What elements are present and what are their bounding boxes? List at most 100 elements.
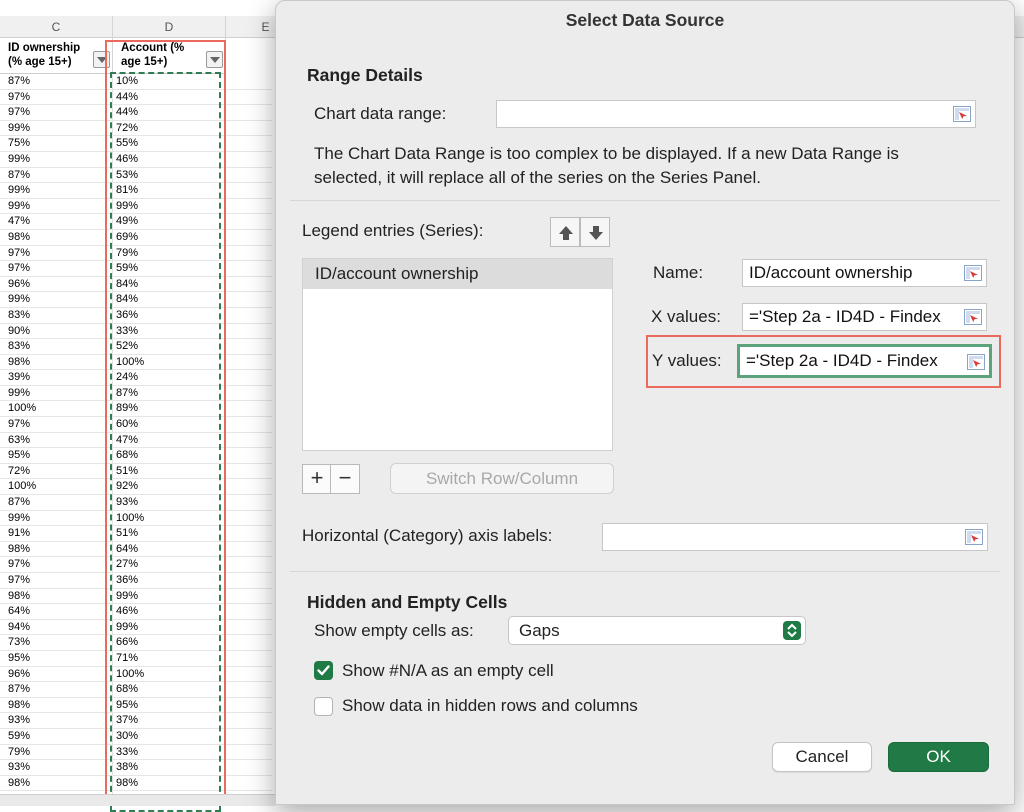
cell-id-ownership[interactable]: 97% [8,246,108,261]
cell-account[interactable]: 44% [116,105,216,120]
cell-id-ownership[interactable]: 47% [8,214,108,229]
cell-id-ownership[interactable]: 96% [8,277,108,292]
cell-id-ownership[interactable]: 93% [8,760,108,775]
range-picker-icon[interactable] [953,106,971,122]
cell-account[interactable]: 71% [116,651,216,666]
cell-account[interactable]: 68% [116,448,216,463]
cell-account[interactable]: 69% [116,230,216,245]
cell-account[interactable]: 46% [116,604,216,619]
cell-id-ownership[interactable]: 97% [8,261,108,276]
cell-id-ownership[interactable]: 95% [8,651,108,666]
cell-id-ownership[interactable]: 83% [8,339,108,354]
cell-id-ownership[interactable]: 87% [8,495,108,510]
cell-id-ownership[interactable]: 83% [8,308,108,323]
move-series-down-button[interactable] [580,217,610,247]
cell-account[interactable]: 72% [116,121,216,136]
cell-account[interactable]: 66% [116,635,216,650]
cell-id-ownership[interactable]: 98% [8,230,108,245]
cell-id-ownership[interactable]: 97% [8,105,108,120]
cell-account[interactable]: 84% [116,292,216,307]
cell-id-ownership[interactable]: 99% [8,386,108,401]
cell-account[interactable]: 87% [116,386,216,401]
cell-id-ownership[interactable]: 59% [8,729,108,744]
cell-id-ownership[interactable]: 99% [8,292,108,307]
cell-account[interactable]: 81% [116,183,216,198]
cell-id-ownership[interactable]: 63% [8,433,108,448]
cell-account[interactable]: 99% [116,199,216,214]
show-empty-cells-select[interactable]: Gaps [508,616,806,645]
series-list-item[interactable]: ID/account ownership [303,259,612,289]
cell-id-ownership[interactable]: 75% [8,136,108,151]
cell-account[interactable]: 100% [116,667,216,682]
cell-account[interactable]: 95% [116,698,216,713]
cell-id-ownership[interactable]: 73% [8,635,108,650]
cell-account[interactable]: 52% [116,339,216,354]
cell-id-ownership[interactable]: 100% [8,479,108,494]
x-values-field[interactable]: ='Step 2a - ID4D - Findex [742,303,987,331]
range-picker-icon[interactable] [964,265,982,281]
cell-account[interactable]: 98% [116,776,216,791]
range-picker-icon[interactable] [965,529,983,545]
cell-account[interactable]: 51% [116,464,216,479]
cell-id-ownership[interactable]: 90% [8,324,108,339]
cell-account[interactable]: 100% [116,355,216,370]
cell-account[interactable]: 33% [116,745,216,760]
cell-account[interactable]: 89% [116,401,216,416]
cell-account[interactable]: 59% [116,261,216,276]
ok-button[interactable]: OK [888,742,989,772]
cell-account[interactable]: 36% [116,573,216,588]
cell-account[interactable]: 24% [116,370,216,385]
cell-account[interactable]: 49% [116,214,216,229]
column-header-c[interactable]: C [0,16,113,38]
cell-account[interactable]: 68% [116,682,216,697]
cell-id-ownership[interactable]: 64% [8,604,108,619]
series-list[interactable]: ID/account ownership [302,258,613,451]
cell-id-ownership[interactable]: 99% [8,183,108,198]
cell-account[interactable]: 51% [116,526,216,541]
cell-id-ownership[interactable]: 99% [8,199,108,214]
cell-account[interactable]: 92% [116,479,216,494]
move-series-up-button[interactable] [550,217,580,247]
cell-id-ownership[interactable]: 98% [8,355,108,370]
cell-account[interactable]: 27% [116,557,216,572]
remove-series-button[interactable]: − [330,464,360,494]
header-cell-id-ownership[interactable]: ID ownership (% age 15+) [0,38,113,74]
cell-id-ownership[interactable]: 100% [8,401,108,416]
add-series-button[interactable]: + [302,464,332,494]
cell-id-ownership[interactable]: 91% [8,526,108,541]
cell-id-ownership[interactable]: 97% [8,557,108,572]
cell-account[interactable]: 36% [116,308,216,323]
cell-account[interactable]: 64% [116,542,216,557]
cell-id-ownership[interactable]: 99% [8,121,108,136]
cell-account[interactable]: 99% [116,589,216,604]
filter-dropdown-icon[interactable] [93,51,110,68]
cell-account[interactable]: 53% [116,168,216,183]
cell-account[interactable]: 93% [116,495,216,510]
cell-account[interactable]: 37% [116,713,216,728]
cell-account[interactable]: 55% [116,136,216,151]
cell-account[interactable]: 33% [116,324,216,339]
cell-account[interactable]: 44% [116,90,216,105]
cell-id-ownership[interactable]: 93% [8,713,108,728]
header-cell-account[interactable]: Account (% age 15+) [113,38,226,74]
chart-data-range-field[interactable] [496,100,976,128]
range-picker-icon[interactable] [967,354,985,370]
cell-account[interactable]: 99% [116,620,216,635]
cell-id-ownership[interactable]: 39% [8,370,108,385]
cell-id-ownership[interactable]: 87% [8,74,108,89]
cell-id-ownership[interactable]: 98% [8,776,108,791]
horizontal-scrollbar[interactable] [0,794,275,806]
cell-account[interactable]: 60% [116,417,216,432]
cell-id-ownership[interactable]: 87% [8,682,108,697]
cell-account[interactable]: 30% [116,729,216,744]
show-hidden-data-checkbox[interactable] [314,697,333,716]
cell-id-ownership[interactable]: 96% [8,667,108,682]
filter-dropdown-icon[interactable] [206,51,223,68]
cell-id-ownership[interactable]: 99% [8,152,108,167]
cell-id-ownership[interactable]: 98% [8,542,108,557]
cell-id-ownership[interactable]: 97% [8,90,108,105]
series-name-field[interactable]: ID/account ownership [742,259,987,287]
cell-account[interactable]: 10% [116,74,216,89]
cell-id-ownership[interactable]: 94% [8,620,108,635]
column-header-d[interactable]: D [113,16,226,38]
